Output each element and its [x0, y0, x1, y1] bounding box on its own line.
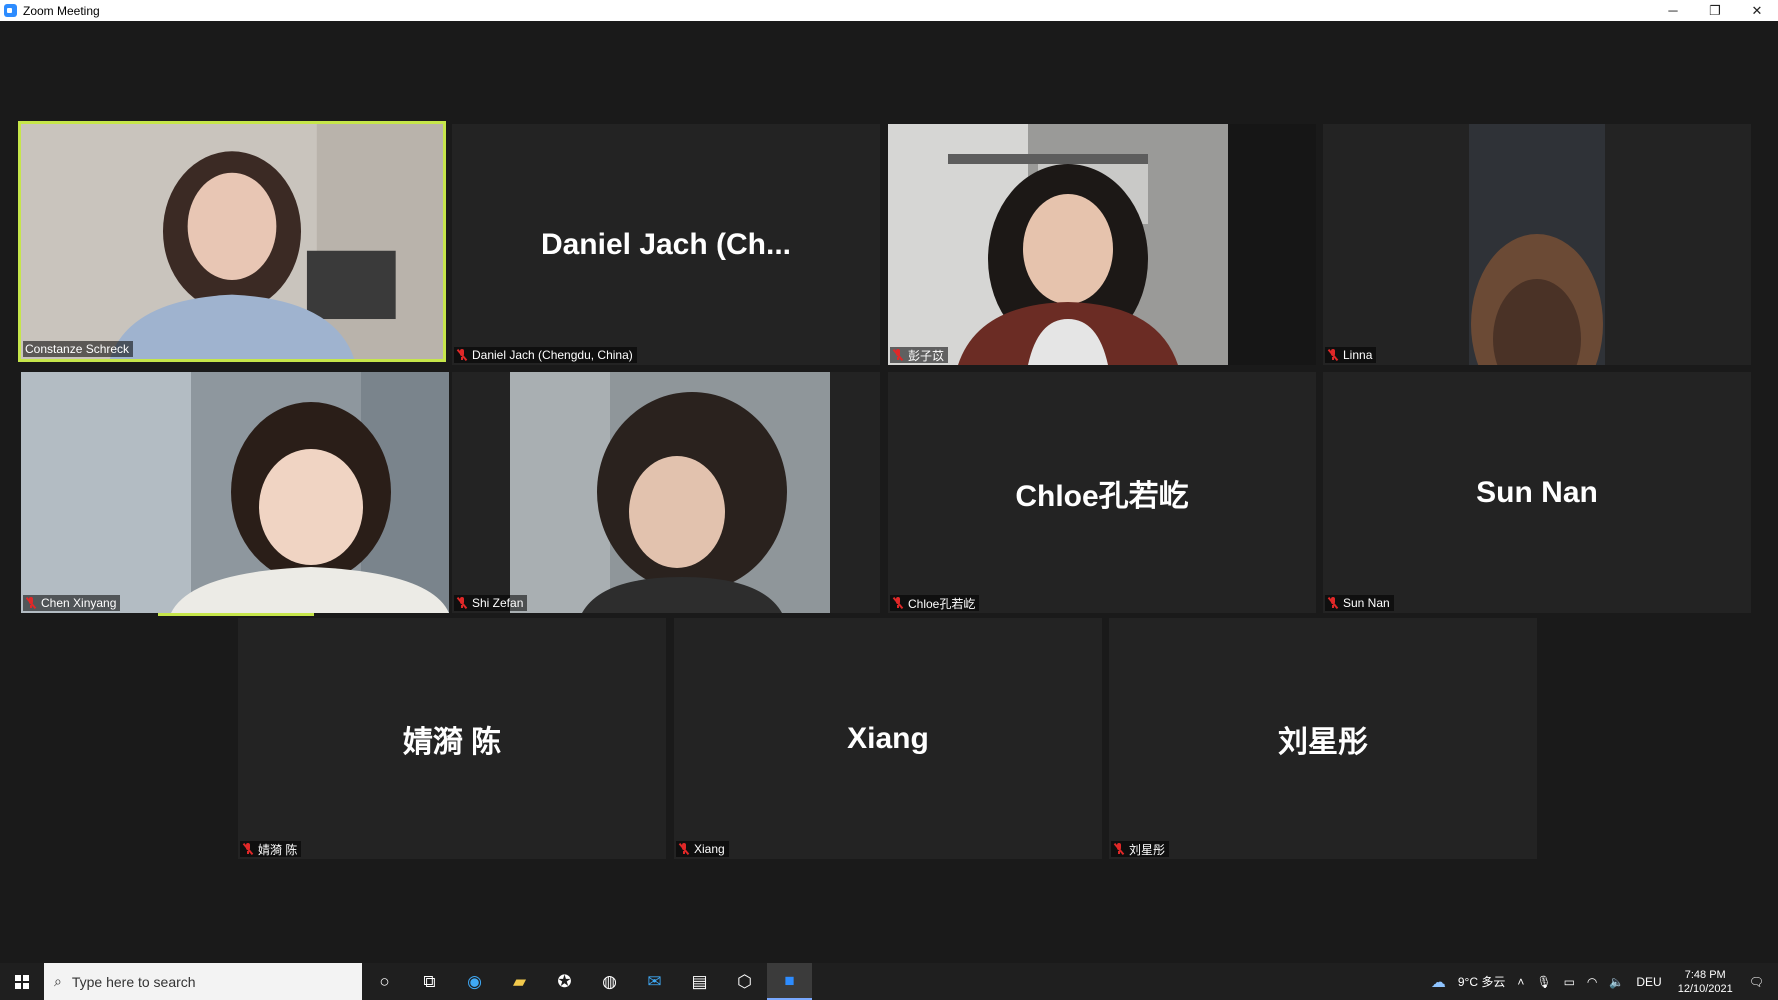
file-explorer-icon[interactable]: ▰ — [497, 963, 542, 1000]
participant-tile[interactable]: Shi Zefan — [452, 372, 880, 613]
cortana-icon[interactable]: ○ — [362, 963, 407, 1000]
participant-name-label: 彭子苡 — [890, 347, 949, 363]
close-button[interactable]: ✕ — [1736, 0, 1778, 21]
language-indicator[interactable]: DEU — [1636, 975, 1661, 989]
participant-display-name: Daniel Jach (Ch... — [540, 227, 792, 261]
clock-time: 7:48 PM — [1684, 968, 1726, 981]
participant-name-label: Linna — [1325, 347, 1377, 363]
weather-cloud-icon[interactable]: ☁ — [1431, 973, 1446, 991]
participant-tile[interactable]: 婧漪 陈 婧漪 陈 — [238, 618, 666, 859]
zoom-app-icon — [4, 4, 17, 17]
clock[interactable]: 7:48 PM 12/10/2021 — [1678, 968, 1733, 996]
task-view-icon[interactable]: ⧉ — [407, 963, 452, 1000]
participant-tile[interactable]: Chloe孔若屹 Chloe孔若屹 — [888, 372, 1316, 613]
search-placeholder: Type here to search — [71, 973, 196, 990]
window-titlebar: Zoom Meeting ─ ❐ ✕ — [0, 0, 1778, 21]
participant-display-name: 婧漪 陈 — [402, 725, 502, 759]
participant-display-name: 刘星彤 — [1278, 725, 1368, 759]
3d-viewer-icon[interactable]: ⬡ — [722, 963, 767, 1000]
weather-text[interactable]: 9°C 多云 — [1458, 973, 1505, 990]
taskbar-search-box[interactable]: ⌕ Type here to search — [44, 963, 362, 1000]
participant-tile[interactable]: 刘星彤 刘星彤 — [1109, 618, 1537, 859]
edge-browser-icon[interactable]: ◉ — [452, 963, 497, 1000]
system-tray: ☁ 9°C 多云 ˄ 🎙 ▭ ◠ 🔈 DEU 7:48 PM 12/10/202… — [1425, 963, 1778, 1000]
participant-tile[interactable]: 彭子苡 — [888, 124, 1316, 365]
mic-muted-icon — [892, 348, 904, 362]
windows-logo-icon — [15, 974, 29, 989]
participant-tile[interactable]: Chen Xinyang — [21, 372, 449, 613]
mic-muted-icon — [456, 596, 468, 610]
mic-muted-icon — [456, 348, 468, 362]
restore-button[interactable]: ❐ — [1694, 0, 1736, 21]
participant-video — [452, 372, 880, 613]
participant-video — [21, 372, 449, 613]
chevron-up-icon[interactable]: ˄ — [1517, 975, 1524, 989]
mail-icon[interactable]: ✉ — [632, 963, 677, 1000]
participant-name-label: Daniel Jach (Chengdu, China) — [454, 347, 637, 363]
mic-muted-icon — [25, 596, 37, 610]
battery-icon[interactable]: ▭ — [1564, 975, 1575, 989]
microphone-icon[interactable]: 🎙 — [1536, 975, 1551, 989]
participant-video — [888, 124, 1316, 365]
participant-name-label: Shi Zefan — [454, 595, 528, 611]
participant-video — [21, 124, 443, 359]
clock-date: 12/10/2021 — [1677, 982, 1733, 995]
app-icon[interactable]: ◍ — [587, 963, 632, 1000]
participant-name-label: 刘星彤 — [1111, 841, 1170, 857]
notepad-icon[interactable]: ▤ — [677, 963, 722, 1000]
participant-tile[interactable]: Xiang Xiang — [674, 618, 1102, 859]
participant-name-label: Chloe孔若屹 — [890, 595, 980, 611]
participant-tile[interactable]: Daniel Jach (Ch... Daniel Jach (Chengdu,… — [452, 124, 880, 365]
participant-tile[interactable]: Sun Nan Sun Nan — [1323, 372, 1751, 613]
video-gallery: Constanze Schreck Daniel Jach (Ch... Dan… — [0, 21, 1778, 963]
mic-muted-icon — [1327, 596, 1339, 610]
window-controls: ─ ❐ ✕ — [1652, 0, 1778, 21]
participant-tile[interactable]: Linna — [1323, 124, 1751, 365]
participant-name-label: Chen Xinyang — [23, 595, 121, 611]
participant-display-name: Chloe孔若屹 — [1015, 479, 1189, 513]
mic-muted-icon — [242, 842, 254, 856]
mic-muted-icon — [1113, 842, 1125, 856]
search-icon: ⌕ — [54, 973, 62, 989]
participant-name-label: Constanze Schreck — [23, 341, 134, 357]
zoom-taskbar-icon[interactable]: ■ — [767, 963, 812, 1000]
participant-tile[interactable]: Constanze Schreck — [18, 121, 446, 362]
participant-display-name: Sun Nan — [1476, 475, 1598, 509]
participant-video — [1323, 124, 1751, 365]
mic-muted-icon — [1327, 348, 1339, 362]
volume-icon[interactable]: 🔈 — [1609, 975, 1624, 989]
participant-name-label: Xiang — [676, 841, 729, 857]
participant-name-label: Sun Nan — [1325, 595, 1394, 611]
app-icon[interactable]: ✪ — [542, 963, 587, 1000]
participant-display-name: Xiang — [847, 721, 929, 755]
minimize-button[interactable]: ─ — [1652, 0, 1694, 21]
participant-name-label: 婧漪 陈 — [240, 841, 302, 857]
start-button[interactable] — [0, 963, 44, 1000]
wifi-icon[interactable]: ◠ — [1587, 975, 1597, 989]
mic-muted-icon — [678, 842, 690, 856]
notification-icon[interactable]: 🗨 — [1749, 975, 1764, 989]
window-title: Zoom Meeting — [23, 3, 100, 18]
speaking-indicator — [158, 613, 314, 616]
windows-taskbar: ⌕ Type here to search ○ ⧉ ◉ ▰ ✪ ◍ ✉ ▤ ⬡ … — [0, 963, 1778, 1000]
mic-muted-icon — [892, 596, 904, 610]
